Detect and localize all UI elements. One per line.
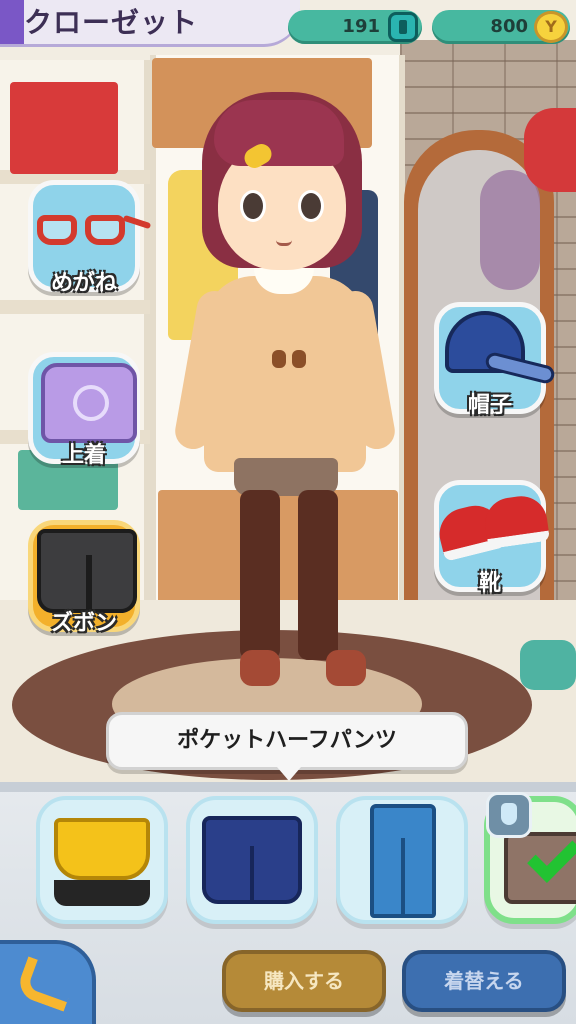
points-counter: 191 <box>288 10 422 44</box>
character-bangs <box>214 100 344 166</box>
yen-coin-icon: Y <box>534 11 568 43</box>
item-slot-skirt[interactable] <box>36 796 168 924</box>
category-shoes-button[interactable]: 靴 <box>434 480 551 596</box>
red-hat-on-wall <box>524 108 576 192</box>
money-counter: 800 Y <box>432 10 570 44</box>
cap-icon <box>441 311 557 386</box>
buy-button[interactable]: 購入する <box>222 950 386 1012</box>
back-arrow-icon <box>14 956 78 1012</box>
character-shoe-right <box>326 650 366 686</box>
category-tops-label: 上着 <box>61 443 106 468</box>
category-hat-label: 帽子 <box>467 393 512 418</box>
glasses-lens-right <box>85 215 125 245</box>
category-hat-button[interactable]: 帽子 <box>434 302 557 418</box>
buy-button-label: 購入する <box>264 969 344 993</box>
money-value: 800 <box>490 16 528 37</box>
change-clothes-button-label: 着替える <box>444 969 524 993</box>
category-bottoms-button[interactable]: ズボン <box>28 520 140 636</box>
sneaker-right <box>481 492 551 550</box>
item-slot-jeans[interactable] <box>336 796 468 924</box>
skirt-leggings <box>54 880 150 906</box>
item-name-text: ポケットハーフパンツ <box>177 728 397 753</box>
denim-shorts-icon <box>202 816 302 904</box>
player-character[interactable] <box>172 90 398 700</box>
title-banner-accent <box>0 0 24 44</box>
character-sock-right <box>298 490 338 660</box>
skirt-icon <box>54 818 150 880</box>
title-banner: クローゼット <box>0 0 300 44</box>
shelf-board <box>0 300 150 314</box>
coat-toggle-button <box>292 350 306 368</box>
category-bottoms-label: ズボン <box>50 611 117 636</box>
points-value: 191 <box>342 16 380 37</box>
item-slot-denim-shorts[interactable] <box>186 796 318 924</box>
sneakers-icon <box>434 492 551 563</box>
mirror-reflection <box>480 170 540 290</box>
category-shoes-label: 靴 <box>478 571 501 596</box>
character-sock-left <box>240 490 280 660</box>
red-storage-box <box>10 82 118 174</box>
slippers <box>520 640 576 690</box>
change-clothes-button[interactable]: 着替える <box>402 950 566 1012</box>
item-name-tooltip: ポケットハーフパンツ <box>106 712 468 781</box>
pin-icon <box>486 792 532 838</box>
shorts-icon <box>37 529 137 613</box>
tshirt-icon <box>41 363 137 443</box>
category-glasses-button[interactable]: めがね <box>28 180 152 296</box>
category-tops-button[interactable]: 上着 <box>28 352 140 468</box>
character-eye-right <box>298 190 324 222</box>
character-coat <box>204 276 366 472</box>
page-title: クローゼット <box>24 6 199 39</box>
item-tray-top-edge <box>0 782 576 792</box>
coat-toggle-button <box>272 350 286 368</box>
jeans-icon <box>370 804 436 918</box>
category-glasses-label: めがね <box>50 271 117 296</box>
back-button[interactable] <box>0 940 96 1024</box>
youkai-watch-card-icon <box>388 12 418 42</box>
glasses-lens-left <box>37 215 77 245</box>
glasses-icon <box>33 214 152 247</box>
character-eye-left <box>240 190 266 222</box>
character-shoe-left <box>240 650 280 686</box>
